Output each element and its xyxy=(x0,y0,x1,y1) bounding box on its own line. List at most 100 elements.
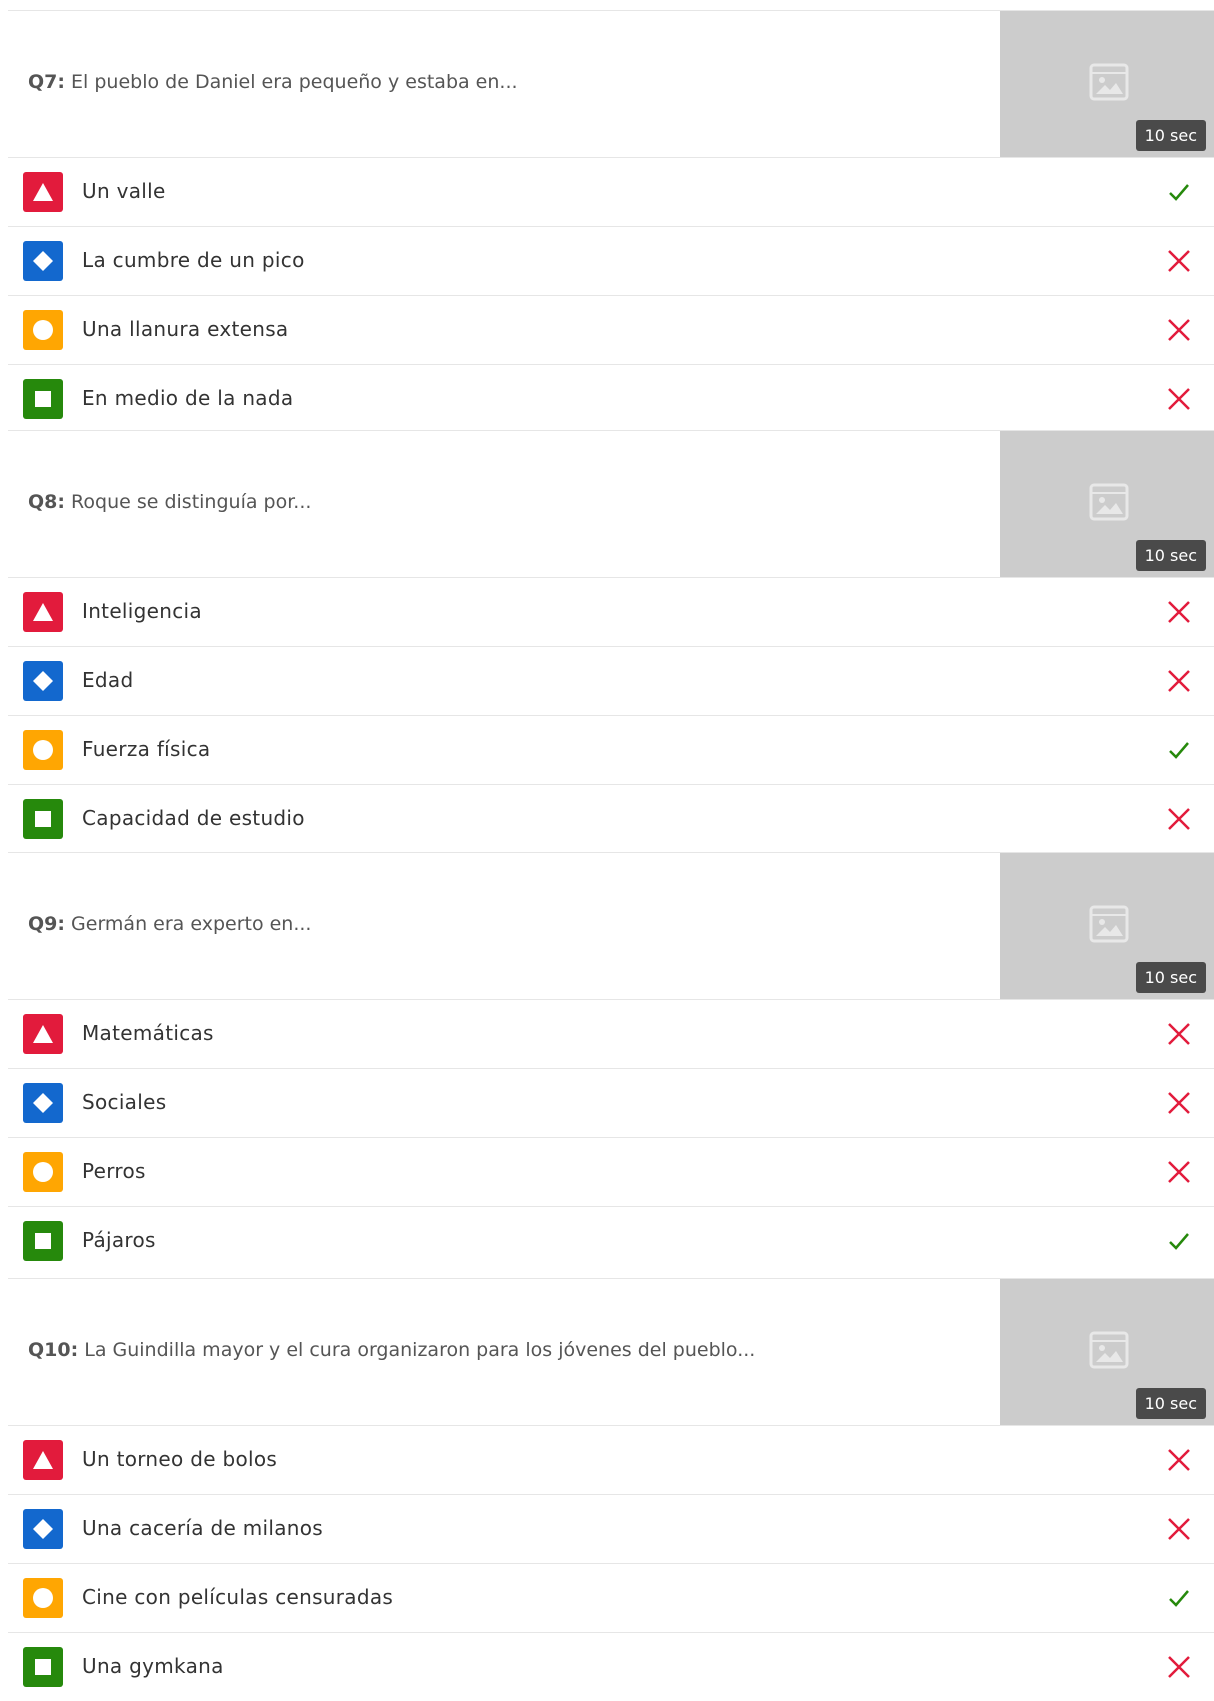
triangle-icon xyxy=(33,1025,53,1043)
square-icon xyxy=(35,391,51,407)
diamond-icon xyxy=(33,1093,53,1113)
time-limit-badge: 10 sec xyxy=(1135,540,1206,571)
question-text: Q10: La Guindilla mayor y el cura organi… xyxy=(28,1339,984,1361)
answer-shape-badge xyxy=(23,379,63,419)
answer-row: Cine con películas censuradas xyxy=(8,1564,1214,1633)
image-placeholder-icon xyxy=(1089,483,1129,521)
circle-icon xyxy=(33,1588,53,1608)
diamond-icon xyxy=(33,251,53,271)
quiz-results-page: Q7: El pueblo de Daniel era pequeño y es… xyxy=(0,0,1214,1701)
check-icon xyxy=(1169,184,1189,201)
close-icon xyxy=(1168,1449,1190,1471)
close-icon xyxy=(1168,1092,1190,1114)
answer-row: Edad xyxy=(8,647,1214,716)
question-label: El pueblo de Daniel era pequeño y estaba… xyxy=(71,71,518,93)
answer-row: Una gymkana xyxy=(8,1633,1214,1701)
answer-row: En medio de la nada xyxy=(8,365,1214,433)
question-image-placeholder: 10 sec xyxy=(1000,1279,1214,1425)
answer-shape-badge xyxy=(23,730,63,770)
answer-shape-badge xyxy=(23,1152,63,1192)
time-limit-badge: 10 sec xyxy=(1135,120,1206,151)
answer-shape-badge xyxy=(23,1221,63,1261)
close-icon xyxy=(1168,808,1190,830)
answer-shape-badge xyxy=(23,1440,63,1480)
question-image-placeholder: 10 sec xyxy=(1000,431,1214,577)
close-icon xyxy=(1168,388,1190,410)
check-icon xyxy=(1169,742,1189,759)
question-label: Roque se distinguía por... xyxy=(71,491,312,513)
answer-shape-badge xyxy=(23,592,63,632)
close-icon xyxy=(1168,670,1190,692)
answer-shape-badge xyxy=(23,1014,63,1054)
answer-row: Una llanura extensa xyxy=(8,296,1214,365)
answer-text: La cumbre de un pico xyxy=(82,248,305,272)
answer-text: Perros xyxy=(82,1159,146,1183)
answer-text: Una llanura extensa xyxy=(82,317,289,341)
diamond-icon xyxy=(33,1519,53,1539)
answer-shape-badge xyxy=(23,241,63,281)
question-text: Q9: Germán era experto en... xyxy=(28,913,984,935)
answer-shape-badge xyxy=(23,799,63,839)
square-icon xyxy=(35,1659,51,1675)
close-icon xyxy=(1168,250,1190,272)
circle-icon xyxy=(33,1162,53,1182)
check-icon xyxy=(1169,1590,1189,1607)
question-card-q8: Q8: Roque se distinguía por... 10 sec In… xyxy=(8,430,1214,853)
question-image-placeholder: 10 sec xyxy=(1000,11,1214,157)
close-icon xyxy=(1168,1518,1190,1540)
triangle-icon xyxy=(33,1451,53,1469)
close-icon xyxy=(1168,319,1190,341)
answer-text: Edad xyxy=(82,668,134,692)
square-icon xyxy=(35,811,51,827)
triangle-icon xyxy=(33,183,53,201)
answer-row: La cumbre de un pico xyxy=(8,227,1214,296)
time-limit-badge: 10 sec xyxy=(1135,962,1206,993)
answer-shape-badge xyxy=(23,1509,63,1549)
question-image-placeholder: 10 sec xyxy=(1000,853,1214,999)
triangle-icon xyxy=(33,603,53,621)
answer-row: Matemáticas xyxy=(8,1000,1214,1069)
question-number: Q7: xyxy=(28,71,65,93)
answer-row: Fuerza física xyxy=(8,716,1214,785)
answer-shape-badge xyxy=(23,661,63,701)
circle-icon xyxy=(33,740,53,760)
answer-row: Sociales xyxy=(8,1069,1214,1138)
answer-shape-badge xyxy=(23,310,63,350)
image-placeholder-icon xyxy=(1089,63,1129,101)
close-icon xyxy=(1168,1023,1190,1045)
answer-row: Capacidad de estudio xyxy=(8,785,1214,853)
question-header: Q9: Germán era experto en... 10 sec xyxy=(8,852,1214,1000)
question-label: Germán era experto en... xyxy=(71,913,312,935)
answer-text: Pájaros xyxy=(82,1228,156,1252)
answer-shape-badge xyxy=(23,1083,63,1123)
answer-shape-badge xyxy=(23,1578,63,1618)
answer-row: Una cacería de milanos xyxy=(8,1495,1214,1564)
question-label: La Guindilla mayor y el cura organizaron… xyxy=(84,1339,756,1361)
close-icon xyxy=(1168,601,1190,623)
question-header: Q7: El pueblo de Daniel era pequeño y es… xyxy=(8,10,1214,158)
answer-text: Capacidad de estudio xyxy=(82,806,305,830)
image-placeholder-icon xyxy=(1089,905,1129,943)
answer-text: En medio de la nada xyxy=(82,386,294,410)
answer-text: Un torneo de bolos xyxy=(82,1447,278,1471)
answer-shape-badge xyxy=(23,1647,63,1687)
close-icon xyxy=(1168,1161,1190,1183)
circle-icon xyxy=(33,320,53,340)
check-icon xyxy=(1169,1233,1189,1250)
answer-text: Sociales xyxy=(82,1090,167,1114)
question-text: Q8: Roque se distinguía por... xyxy=(28,491,984,513)
image-placeholder-icon xyxy=(1089,1331,1129,1369)
answer-text: Cine con películas censuradas xyxy=(82,1585,394,1609)
question-header: Q8: Roque se distinguía por... 10 sec xyxy=(8,430,1214,578)
answer-row: Inteligencia xyxy=(8,578,1214,647)
answer-text: Una cacería de milanos xyxy=(82,1516,324,1540)
answer-row: Pájaros xyxy=(8,1207,1214,1275)
question-card-q10: Q10: La Guindilla mayor y el cura organi… xyxy=(8,1278,1214,1701)
close-icon xyxy=(1168,1656,1190,1678)
answer-text: Un valle xyxy=(82,179,166,203)
answer-shape-badge xyxy=(23,172,63,212)
question-card-q9: Q9: Germán era experto en... 10 sec Mate… xyxy=(8,852,1214,1275)
answer-row: Perros xyxy=(8,1138,1214,1207)
question-number: Q9: xyxy=(28,913,65,935)
diamond-icon xyxy=(33,671,53,691)
